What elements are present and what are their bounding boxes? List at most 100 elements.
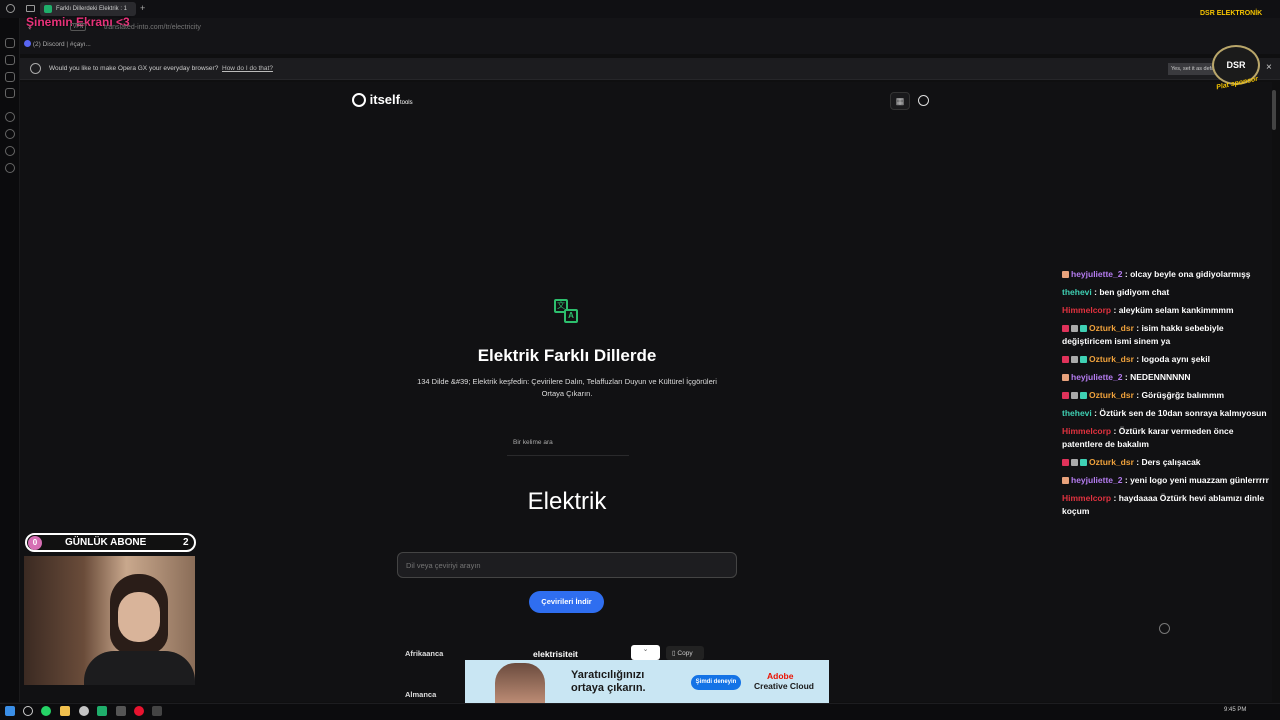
chat-username: heyjuliette_2 (1071, 372, 1123, 382)
itself-logo-icon (352, 93, 366, 107)
word-search-input[interactable]: Bir kelime ara (507, 436, 629, 456)
translation-text: elektrisiteit (533, 649, 578, 659)
globe-icon[interactable] (918, 95, 929, 106)
page-subtitle: 134 Dilde &#39; Elektrik keşfedin: Çevir… (417, 377, 717, 398)
sidebar-shop-icon[interactable] (5, 55, 15, 65)
webcam-feed (24, 556, 195, 685)
start-icon[interactable] (5, 706, 15, 716)
download-translations-button[interactable]: Çevirileri İndir (529, 591, 604, 613)
chat-username: heyjuliette_2 (1071, 475, 1123, 485)
chat-message: Himmelcorp : haydaaaa Öztürk hevi ablamı… (1062, 492, 1272, 518)
sidebar-home-icon[interactable] (5, 38, 15, 48)
info-icon (30, 63, 41, 74)
grid-icon: ▦ (895, 96, 905, 106)
chevron-down-icon[interactable]: ⌄ (631, 645, 660, 660)
sub-right-count: 2 (183, 537, 189, 548)
language-search-input[interactable] (397, 552, 737, 578)
opera-gx-taskbar-icon[interactable] (134, 706, 144, 716)
chat-username: Ozturk_dsr (1089, 323, 1134, 333)
chat-message: heyjuliette_2 : NEDENNNNNN (1062, 371, 1272, 384)
sidebar-settings-icon[interactable] (5, 163, 15, 173)
address-bar[interactable]: ‹ VPN translated-into.com/tr/electricity (28, 22, 940, 36)
vpn-badge[interactable]: VPN (70, 23, 87, 31)
badge-icon (1071, 356, 1078, 363)
chat-text: : aleyküm selam kankimmmm (1113, 305, 1234, 315)
bookmark-label: (2) Discord | #çayı... (32, 41, 91, 48)
chat-message: Ozturk_dsr : Görüşğrğz balımmm (1062, 389, 1272, 402)
chat-message: thehevi : ben gidiyom chat (1062, 286, 1272, 299)
default-browser-notice: Would you like to make Opera GX your eve… (20, 58, 1280, 80)
whatsapp-icon[interactable] (41, 706, 51, 716)
chat-message: heyjuliette_2 : yeni logo yeni muazzam g… (1062, 474, 1272, 487)
badge-icon (1062, 459, 1069, 466)
chrome-icon[interactable] (79, 706, 89, 716)
loading-spinner-icon (1159, 623, 1170, 634)
sponsor-name: DSR ELEKTRONİK (1200, 10, 1263, 17)
chat-message: Ozturk_dsr : isim hakkı sebebiyle değişt… (1062, 322, 1272, 348)
chat-text: : Ders çalışacak (1136, 457, 1201, 467)
close-icon[interactable]: × (1266, 62, 1272, 73)
tab-translated-into[interactable]: Farklı Dillerdeki Elektrik : 1 (40, 2, 136, 16)
copy-icon: ▯ (672, 650, 676, 657)
obs-icon[interactable] (152, 706, 162, 716)
badge-icon (1062, 356, 1069, 363)
logo-small-text: tools (399, 100, 413, 106)
word-heading: Elektrik (527, 488, 607, 515)
badge-icon (1062, 477, 1069, 484)
app-icon[interactable] (97, 706, 107, 716)
badge-icon (1062, 271, 1069, 278)
app-icon[interactable] (116, 706, 126, 716)
badge-icon (1080, 392, 1087, 399)
language-name: Almanca (405, 690, 437, 699)
search-icon[interactable] (23, 706, 33, 716)
windows-taskbar (0, 703, 1280, 720)
chat-message: heyjuliette_2 : olcay beyle ona gidiyola… (1062, 268, 1272, 281)
address-text: translated-into.com/tr/electricity (104, 24, 201, 31)
browser-sidebar (0, 18, 20, 702)
copy-button[interactable]: ▯ Copy (666, 646, 704, 660)
sidebar-history-icon[interactable] (5, 129, 15, 139)
badge-icon (1071, 325, 1078, 332)
sidebar-notes-icon[interactable] (5, 88, 15, 98)
ad-cta-button[interactable]: Şimdi deneyin (691, 675, 741, 690)
daily-subscriber-counter: 0 GÜNLÜK ABONE 2 (25, 533, 196, 552)
chat-message: Himmelcorp : Öztürk karar vermeden önce … (1062, 425, 1272, 451)
page-title: Elektrik Farklı Dillerde (477, 346, 657, 365)
chat-username: Ozturk_dsr (1089, 354, 1134, 364)
ad-person-image (495, 663, 545, 705)
bookmark-discord[interactable]: (2) Discord | #çayı... (24, 40, 91, 48)
taskbar-clock[interactable]: 9:45 PM (1224, 707, 1246, 713)
chat-text: : ben gidiyom chat (1094, 287, 1170, 297)
tab-list-icon[interactable] (26, 5, 35, 12)
chat-text: : Görüşğrğz balımmm (1136, 390, 1225, 400)
chat-text: : NEDENNNNNN (1124, 372, 1191, 382)
logo-text: itself (369, 92, 400, 107)
ad-headline: Yaratıcılığınızı ortaya çıkarın. (571, 669, 646, 694)
tab-bar: Farklı Dillerdeki Elektrik : 1 + (0, 0, 1280, 18)
new-tab-icon[interactable]: + (140, 3, 145, 13)
badge-icon (1062, 374, 1069, 381)
badge-icon (1080, 325, 1087, 332)
explorer-icon[interactable] (60, 706, 70, 716)
chat-message: thehevi : Öztürk sen de 10dan sonraya ka… (1062, 407, 1272, 420)
back-icon[interactable]: ‹ (28, 22, 31, 32)
site-logo[interactable]: itselftools (352, 92, 413, 107)
notice-text: Would you like to make Opera GX your eve… (49, 65, 219, 72)
chat-text: : Öztürk sen de 10dan sonraya kalmıyosun (1094, 408, 1267, 418)
sidebar-player-icon[interactable] (5, 112, 15, 122)
adobe-banner-ad[interactable]: Yaratıcılığınızı ortaya çıkarın. Şimdi d… (465, 660, 829, 705)
sidebar-twitch-icon[interactable] (5, 72, 15, 82)
chat-username: Ozturk_dsr (1089, 390, 1134, 400)
badge-icon (1062, 392, 1069, 399)
notice-link[interactable]: How do I do that? (222, 65, 273, 72)
badge-icon (1080, 356, 1087, 363)
apps-grid-button[interactable]: ▦ (890, 92, 910, 110)
ad-product: Creative Cloud (754, 681, 814, 691)
chat-message: Ozturk_dsr : logoda aynı şekil (1062, 353, 1272, 366)
chat-text: : olcay beyle ona gidiyolarmışş (1124, 269, 1251, 279)
webcam-person-shirt (84, 651, 195, 685)
page-scrollbar[interactable] (1272, 90, 1276, 130)
sidebar-pinboard-icon[interactable] (5, 146, 15, 156)
sponsor-seal-text: DSR (1226, 60, 1246, 70)
opera-gx-icon[interactable] (6, 4, 15, 13)
